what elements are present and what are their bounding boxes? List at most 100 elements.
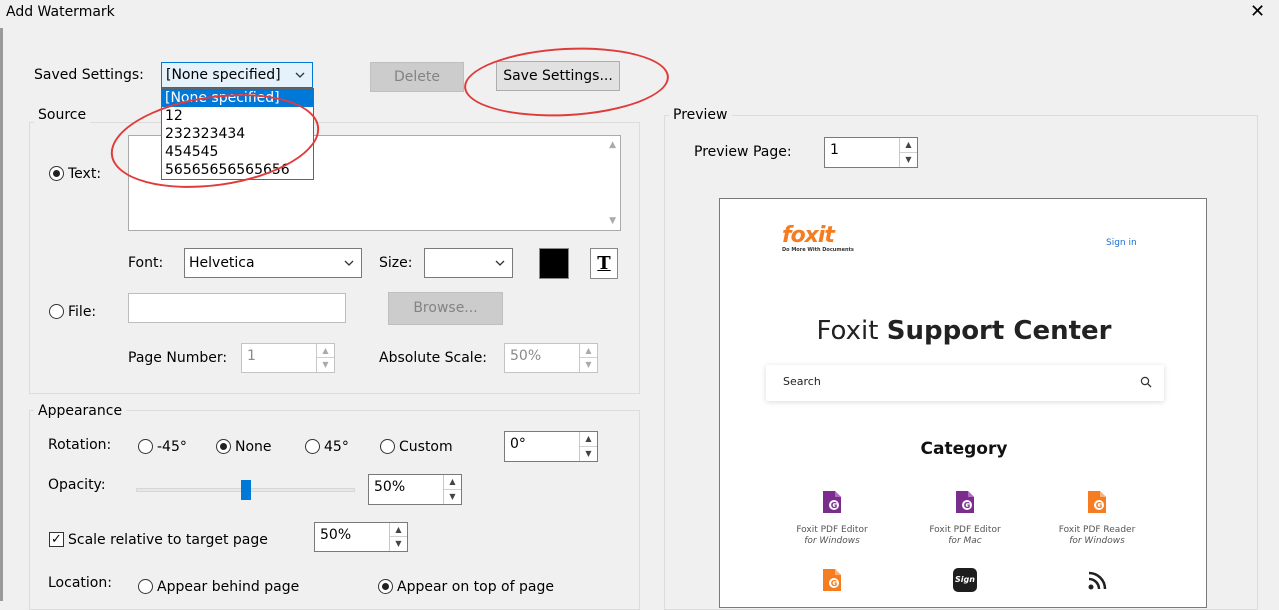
page-number-label: Page Number: — [128, 350, 228, 366]
headline-light: Foxit — [816, 316, 879, 346]
spin-down-icon[interactable]: ▼ — [390, 537, 407, 551]
close-icon[interactable]: ✕ — [1250, 2, 1265, 22]
svg-text:G: G — [831, 501, 838, 510]
rotation-neg45-label: -45° — [157, 439, 187, 455]
scroll-up-icon[interactable]: ▲ — [609, 140, 616, 150]
rotation-custom-label: Custom — [399, 439, 453, 455]
sign-in-link[interactable]: Sign in — [1106, 238, 1137, 248]
spin-down-icon[interactable]: ▼ — [444, 490, 461, 505]
chevron-down-icon — [344, 260, 354, 266]
rotation-none-radio[interactable] — [216, 439, 231, 454]
absolute-scale-field[interactable]: 50% ▲ ▼ — [504, 343, 598, 373]
rotation-label: Rotation: — [48, 437, 112, 453]
rotation-custom-field[interactable]: 0° ▲ ▼ — [504, 431, 598, 462]
preview-page-field[interactable]: 1 ▲ ▼ — [824, 137, 918, 168]
spin-up-icon[interactable]: ▲ — [900, 138, 917, 153]
appearance-group-label: Appearance — [34, 403, 127, 419]
rotation-45-label: 45° — [324, 439, 349, 455]
color-swatch-button[interactable] — [539, 248, 569, 279]
location-top-radio[interactable] — [378, 579, 393, 594]
rotation-neg45-radio[interactable] — [138, 439, 153, 454]
size-combo[interactable] — [424, 248, 513, 278]
saved-settings-dropdown: [None specified] 12 232323434 454545 565… — [161, 88, 314, 180]
sign-badge-text: Sign — [955, 575, 975, 584]
scale-relative-checkbox[interactable]: ✓ — [49, 532, 64, 547]
preview-page-label: Preview Page: — [694, 144, 792, 160]
saved-settings-label: Saved Settings: — [34, 67, 144, 83]
scale-relative-label: Scale relative to target page — [68, 532, 268, 548]
category-item-label: Foxit PDF Reader for Windows — [1042, 525, 1152, 547]
font-combo[interactable]: Helvetica — [184, 248, 362, 278]
saved-settings-option[interactable]: 232323434 — [162, 125, 313, 143]
category-name: Foxit PDF Editor — [929, 525, 1001, 535]
absolute-scale-spinner[interactable]: ▲ ▼ — [579, 344, 597, 372]
preview-search-placeholder: Search — [783, 375, 821, 388]
file-path-field[interactable] — [128, 293, 346, 323]
saved-settings-option[interactable]: 454545 — [162, 143, 313, 161]
file-radio[interactable] — [49, 304, 64, 319]
rotation-none-label: None — [235, 439, 272, 455]
saved-settings-value: [None specified] — [166, 67, 281, 83]
category-heading: Category — [920, 439, 1008, 459]
delete-button[interactable]: Delete — [370, 62, 464, 92]
support-headline: Foxit Support Center — [720, 316, 1206, 346]
rotation-45-radio[interactable] — [305, 439, 320, 454]
page-number-spinner[interactable]: ▲ ▼ — [316, 344, 334, 372]
scale-relative-field[interactable]: 50% ▲ ▼ — [314, 522, 408, 552]
preview-group-label: Preview — [669, 107, 732, 123]
text-radio[interactable] — [49, 166, 64, 181]
pdf-reader-icon: G — [823, 569, 841, 591]
category-platform: for Windows — [1069, 536, 1125, 546]
scale-relative-value: 50% — [320, 527, 352, 543]
spin-down-icon[interactable]: ▼ — [580, 447, 597, 462]
saved-settings-option[interactable]: [None specified] — [162, 89, 313, 107]
sign-icon: Sign — [953, 568, 977, 592]
rotation-spinner[interactable]: ▲ ▼ — [579, 432, 597, 461]
source-group-label: Source — [34, 107, 91, 123]
opacity-field[interactable]: 50% ▲ ▼ — [368, 474, 462, 505]
chevron-down-icon — [295, 72, 305, 78]
spin-up-icon[interactable]: ▲ — [580, 432, 597, 447]
spin-up-icon[interactable]: ▲ — [580, 344, 597, 358]
scale-relative-spinner[interactable]: ▲ ▼ — [389, 523, 407, 551]
spin-down-icon[interactable]: ▼ — [900, 153, 917, 168]
spin-up-icon[interactable]: ▲ — [444, 475, 461, 490]
preview-page-canvas: foxit Do More With Documents Sign in Fox… — [719, 198, 1207, 608]
dialog-title: Add Watermark — [6, 4, 115, 20]
rss-feed-icon — [1088, 571, 1107, 590]
spin-down-icon[interactable]: ▼ — [317, 358, 334, 372]
spin-down-icon[interactable]: ▼ — [580, 358, 597, 372]
preview-page-spinner[interactable]: ▲ ▼ — [899, 138, 917, 167]
category-item-label: Foxit PDF Editor for Windows — [777, 525, 887, 547]
spin-up-icon[interactable]: ▲ — [390, 523, 407, 537]
category-name: Foxit PDF Editor — [796, 525, 868, 535]
page-number-value: 1 — [247, 348, 256, 364]
scroll-down-icon[interactable]: ▼ — [609, 216, 616, 226]
location-behind-radio[interactable] — [138, 579, 153, 594]
category-platform: for Mac — [948, 536, 982, 546]
opacity-slider-thumb[interactable] — [240, 480, 251, 500]
opacity-spinner[interactable]: ▲ ▼ — [443, 475, 461, 504]
font-label: Font: — [128, 255, 164, 271]
spin-up-icon[interactable]: ▲ — [317, 344, 334, 358]
font-value: Helvetica — [189, 255, 255, 271]
foxit-logo-text: foxit — [782, 223, 835, 248]
location-top-label: Appear on top of page — [397, 579, 554, 595]
page-number-field[interactable]: 1 ▲ ▼ — [241, 343, 335, 373]
pdf-editor-icon: G — [823, 491, 841, 513]
text-format-button[interactable]: T — [590, 248, 618, 279]
svg-text:G: G — [1096, 501, 1103, 510]
saved-settings-option[interactable]: 12 — [162, 107, 313, 125]
browse-button[interactable]: Browse... — [388, 292, 503, 325]
save-settings-button[interactable]: Save Settings... — [496, 61, 620, 91]
opacity-slider[interactable] — [136, 480, 355, 500]
preview-search-box[interactable]: Search — [766, 365, 1164, 401]
saved-settings-option[interactable]: 56565656565656 — [162, 161, 313, 179]
location-behind-label: Appear behind page — [157, 579, 300, 595]
absolute-scale-value: 50% — [510, 348, 542, 364]
left-edge-line — [0, 28, 3, 601]
saved-settings-combo[interactable]: [None specified] — [161, 62, 313, 88]
chevron-down-icon — [495, 260, 505, 266]
rotation-custom-radio[interactable] — [380, 439, 395, 454]
location-label: Location: — [48, 575, 112, 591]
